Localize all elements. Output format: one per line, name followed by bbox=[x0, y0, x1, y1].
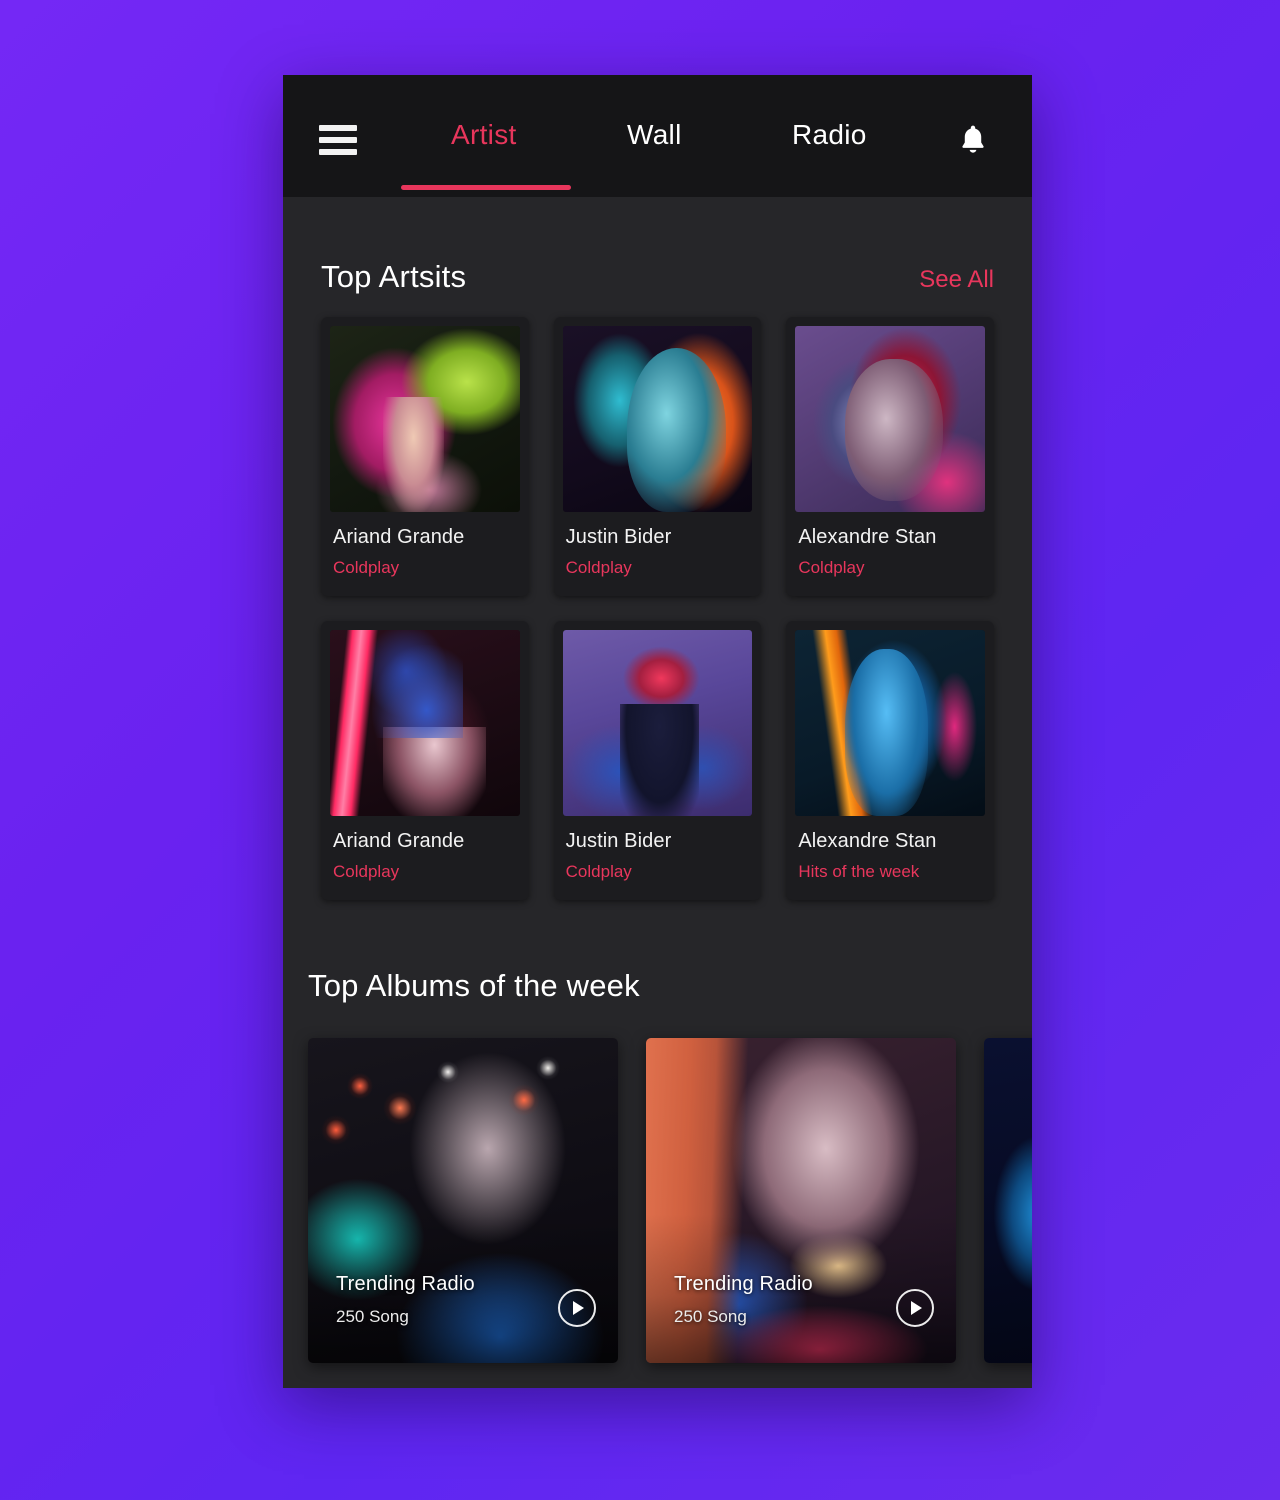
artist-subtitle: Coldplay bbox=[565, 862, 632, 881]
tab-radio[interactable]: Radio bbox=[792, 119, 867, 151]
artist-name: Ariand Grande bbox=[333, 526, 465, 548]
artist-thumbnail bbox=[562, 630, 753, 816]
play-icon[interactable] bbox=[558, 1289, 596, 1327]
play-triangle bbox=[573, 1301, 584, 1315]
album-card[interactable]: Trending Radio 250 Song bbox=[646, 1038, 956, 1363]
hamburger-bar bbox=[319, 137, 357, 143]
artist-photo bbox=[562, 630, 753, 816]
artist-subtitle: Coldplay bbox=[565, 558, 632, 577]
tab-artist[interactable]: Artist bbox=[451, 119, 517, 151]
hamburger-bar bbox=[319, 125, 357, 131]
album-song-count: 250 Song bbox=[336, 1307, 409, 1326]
artist-photo bbox=[562, 326, 753, 512]
album-card-meta: Trending Radio 250 Song bbox=[336, 1273, 475, 1327]
artist-card[interactable]: Alexandre Stan Hits of the week bbox=[786, 621, 994, 900]
artist-subtitle: Coldplay bbox=[798, 558, 865, 577]
hamburger-menu-icon[interactable] bbox=[319, 125, 357, 155]
notification-bell-icon[interactable] bbox=[956, 121, 990, 157]
artist-subtitle: Coldplay bbox=[333, 862, 400, 881]
top-navigation-bar: Artist Wall Radio bbox=[283, 75, 1032, 197]
artist-card-meta: Ariand Grande Coldplay bbox=[330, 512, 520, 596]
artist-photo bbox=[795, 630, 985, 816]
active-tab-indicator bbox=[401, 185, 571, 190]
albums-carousel[interactable]: Trending Radio 250 Song Trending Radio 2… bbox=[308, 1038, 1032, 1363]
phone-frame: Artist Wall Radio Top Artsits See All Ar… bbox=[283, 75, 1032, 1388]
top-artists-header: Top Artsits See All bbox=[321, 197, 994, 317]
hamburger-bar bbox=[319, 149, 357, 155]
top-artists-section: Top Artsits See All Ariand Grande Coldpl… bbox=[283, 197, 1032, 900]
artist-thumbnail bbox=[795, 326, 985, 512]
album-artwork bbox=[984, 1038, 1032, 1363]
artist-thumbnail bbox=[562, 326, 753, 512]
top-albums-section: Top Albums of the week Trending Radio 25… bbox=[283, 968, 1032, 1363]
artist-grid: Ariand Grande Coldplay Justin Bider Cold… bbox=[321, 317, 994, 900]
artist-thumbnail bbox=[330, 630, 520, 816]
artist-card-meta: Justin Bider Coldplay bbox=[563, 512, 753, 596]
artist-card[interactable]: Ariand Grande Coldplay bbox=[321, 621, 529, 900]
artist-thumbnail bbox=[330, 326, 520, 512]
section-title-artists: Top Artsits bbox=[321, 259, 467, 294]
artist-name: Justin Bider bbox=[565, 526, 672, 548]
artist-subtitle: Hits of the week bbox=[798, 862, 920, 881]
album-name: Trending Radio bbox=[674, 1273, 813, 1295]
artist-card[interactable]: Ariand Grande Coldplay bbox=[321, 317, 529, 596]
artist-card-meta: Justin Bider Coldplay bbox=[563, 816, 753, 900]
artist-name: Ariand Grande bbox=[333, 830, 465, 852]
play-icon[interactable] bbox=[896, 1289, 934, 1327]
album-card-partial[interactable] bbox=[984, 1038, 1032, 1363]
album-card[interactable]: Trending Radio 250 Song bbox=[308, 1038, 618, 1363]
play-triangle bbox=[911, 1301, 922, 1315]
artist-photo bbox=[330, 630, 520, 816]
artist-name: Alexandre Stan bbox=[798, 526, 937, 548]
artist-card-meta: Alexandre Stan Coldplay bbox=[795, 512, 985, 596]
album-card-meta: Trending Radio 250 Song bbox=[674, 1273, 813, 1327]
artist-card-meta: Ariand Grande Coldplay bbox=[330, 816, 520, 900]
artist-name: Justin Bider bbox=[565, 830, 672, 852]
artist-name: Alexandre Stan bbox=[798, 830, 937, 852]
tab-wall[interactable]: Wall bbox=[627, 119, 682, 151]
artist-card[interactable]: Alexandre Stan Coldplay bbox=[786, 317, 994, 596]
section-title-albums: Top Albums of the week bbox=[308, 968, 640, 1003]
artist-card[interactable]: Justin Bider Coldplay bbox=[553, 621, 762, 900]
see-all-link[interactable]: See All bbox=[919, 266, 994, 294]
artist-subtitle: Coldplay bbox=[333, 558, 400, 577]
artist-thumbnail bbox=[795, 630, 985, 816]
artist-card-meta: Alexandre Stan Hits of the week bbox=[795, 816, 985, 900]
artist-card[interactable]: Justin Bider Coldplay bbox=[553, 317, 762, 596]
album-song-count: 250 Song bbox=[674, 1307, 747, 1326]
artist-photo bbox=[795, 326, 985, 512]
album-name: Trending Radio bbox=[336, 1273, 475, 1295]
artist-photo bbox=[330, 326, 520, 512]
